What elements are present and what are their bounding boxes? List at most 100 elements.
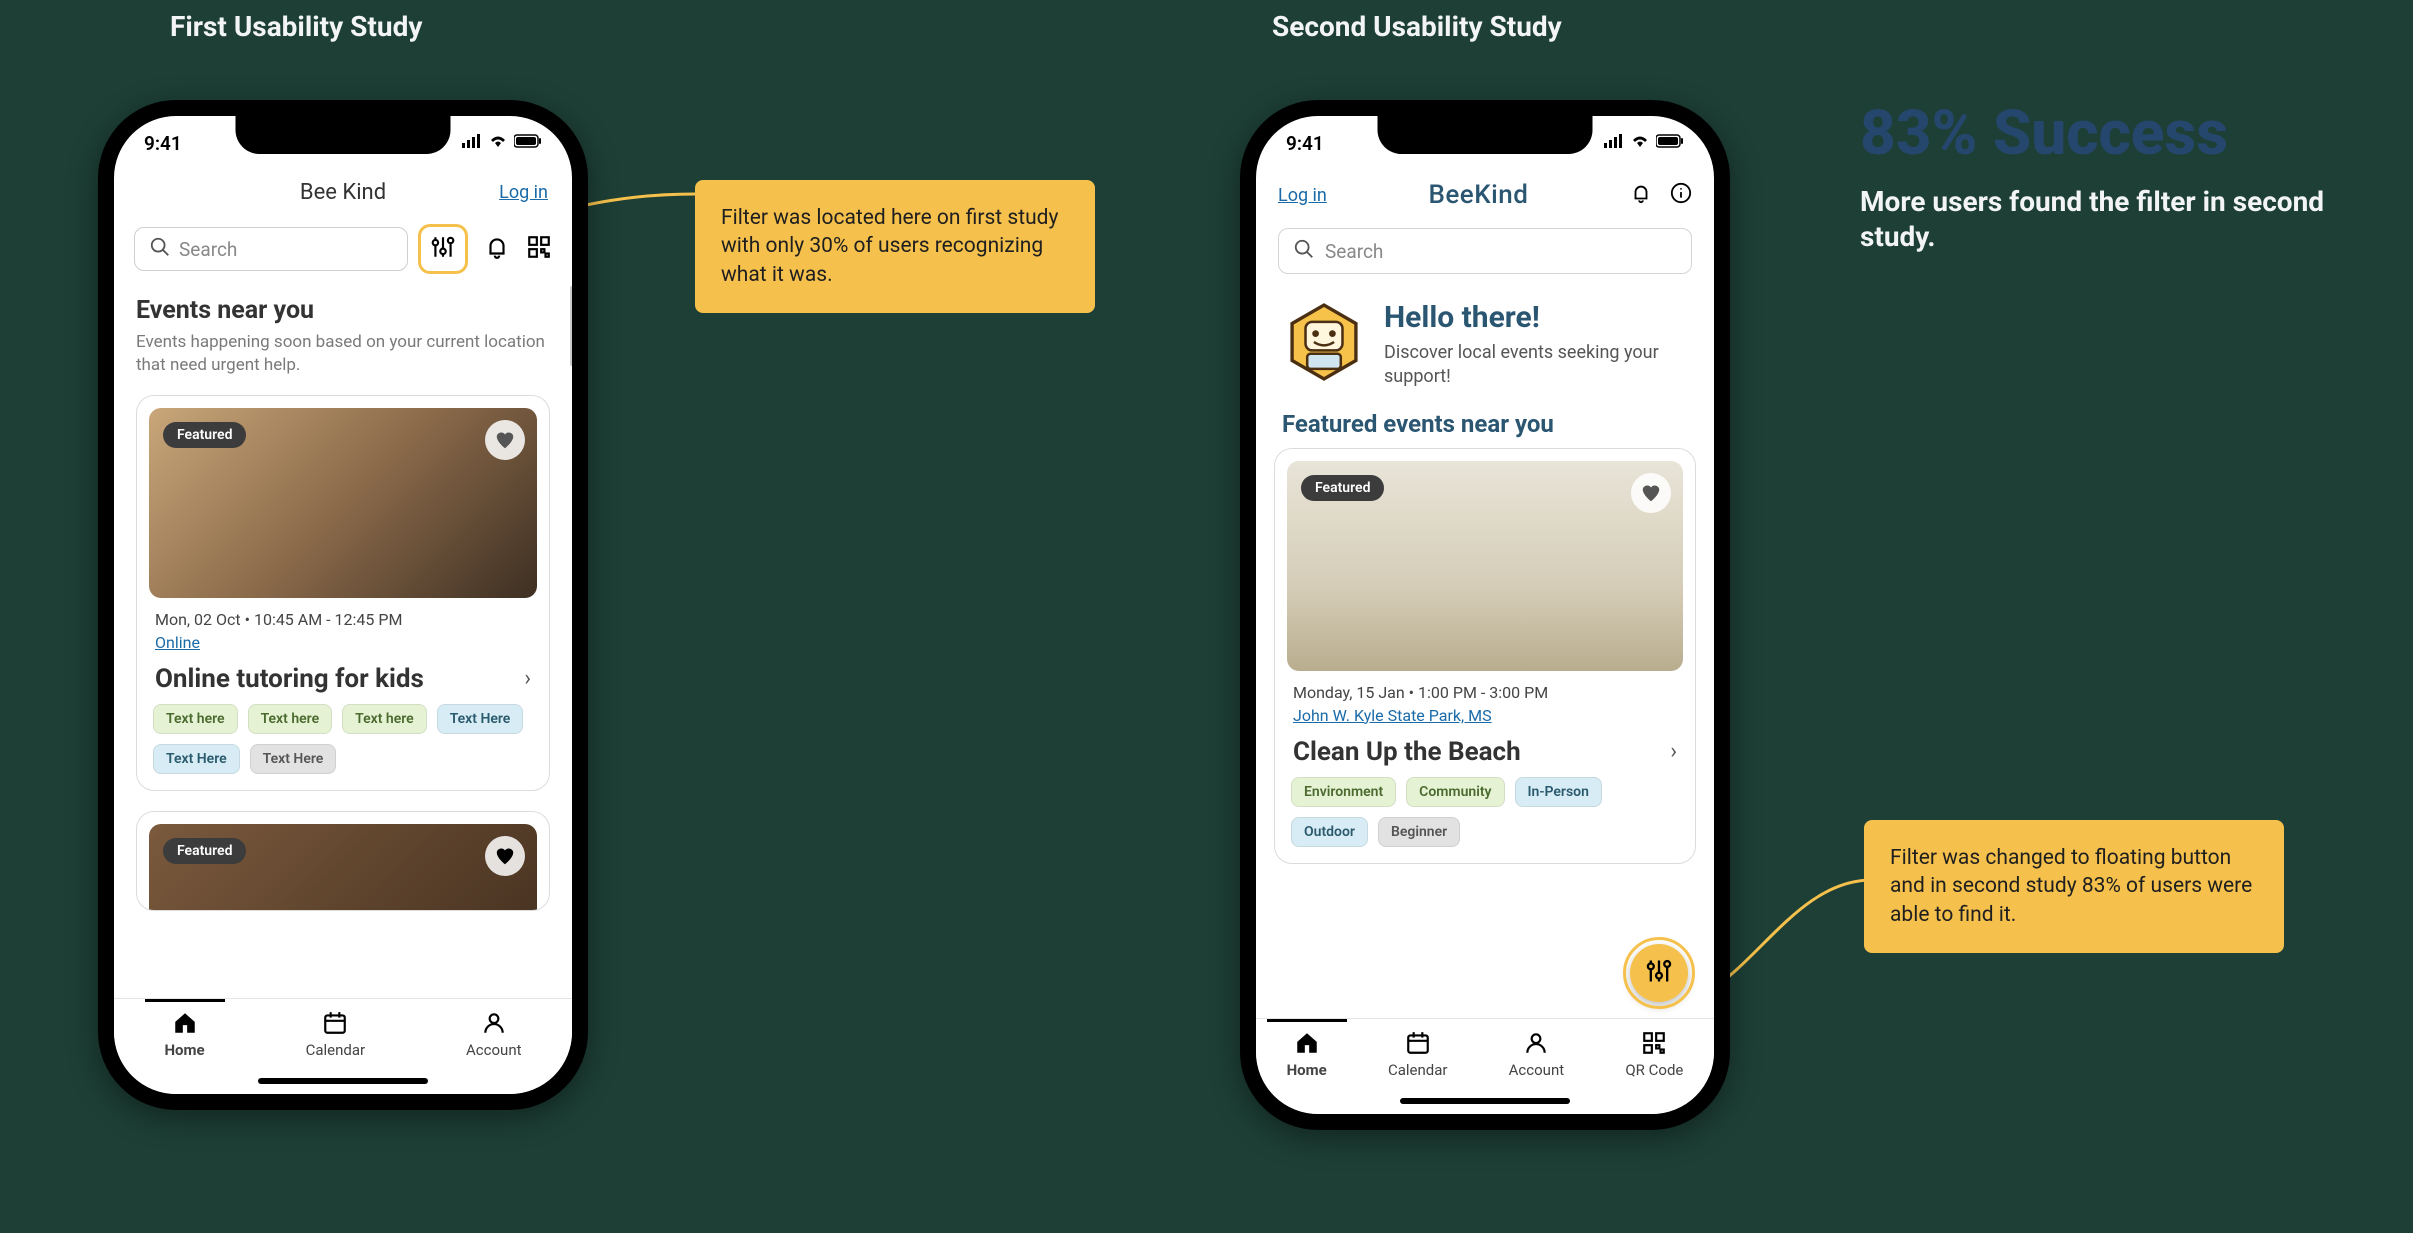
sliders-icon [1645, 957, 1673, 989]
hello-subtitle: Discover local events seeking your suppo… [1384, 341, 1688, 390]
tag[interactable]: Text here [153, 704, 238, 734]
tag[interactable]: Text Here [250, 744, 337, 774]
event-card-partial[interactable]: Featured [136, 811, 550, 911]
home-indicator[interactable] [1400, 1098, 1570, 1104]
event-card[interactable]: Featured Monday, 15 Jan • 1:00 PM - 3:00… [1274, 448, 1696, 864]
login-link[interactable]: Log in [1278, 185, 1327, 206]
tag[interactable]: Community [1406, 777, 1504, 807]
tag[interactable]: Outdoor [1291, 817, 1368, 847]
battery-icon [514, 133, 542, 153]
favorite-button[interactable] [485, 836, 525, 876]
bee-mascot-icon [1282, 300, 1366, 384]
nav-label: Calendar [306, 1041, 366, 1059]
events-subheading: Events happening soon based on your curr… [136, 331, 550, 377]
wifi-icon [488, 133, 508, 153]
floating-filter-button[interactable] [1630, 944, 1688, 1002]
brand-logo: Bee Kind [300, 180, 386, 205]
callout-second-study: Filter was changed to floating button an… [1864, 820, 2284, 953]
brand-text: Bee Kind [300, 180, 386, 205]
phone-notch [1378, 116, 1593, 154]
phone-notch [236, 116, 451, 154]
calendar-icon [321, 1009, 349, 1037]
event-image: Featured [1287, 461, 1683, 671]
filter-button-highlighted[interactable] [418, 224, 468, 274]
search-icon [1293, 238, 1315, 265]
app-header: Bee Kind Log in [114, 170, 572, 214]
bell-icon[interactable] [1630, 182, 1652, 208]
event-tags: Text here Text here Text here Text Here … [149, 704, 537, 778]
signal-icon [462, 133, 482, 153]
wifi-icon [1630, 133, 1650, 153]
account-icon [1522, 1029, 1550, 1057]
signal-icon [1604, 133, 1624, 153]
brand-logo: BeeKind [1428, 180, 1528, 210]
search-input[interactable]: Search [1278, 228, 1692, 274]
nav-home[interactable]: Home [1287, 1029, 1327, 1079]
status-time: 9:41 [144, 132, 182, 155]
events-heading: Events near you [136, 296, 550, 325]
tag[interactable]: Text Here [153, 744, 240, 774]
chevron-right-icon[interactable]: › [1670, 739, 1677, 764]
hello-title: Hello there! [1384, 300, 1688, 335]
bell-icon[interactable] [484, 234, 510, 264]
nav-label: Home [1287, 1061, 1327, 1079]
featured-badge: Featured [1301, 475, 1384, 501]
tag[interactable]: Text here [342, 704, 427, 734]
event-title: Online tutoring for kids [155, 664, 424, 694]
qr-icon [1640, 1029, 1668, 1057]
tag[interactable]: Text Here [437, 704, 524, 734]
calendar-icon [1404, 1029, 1432, 1057]
nav-label: QR Code [1625, 1061, 1683, 1079]
success-headline: 83% Success [1860, 100, 2380, 168]
favorite-button[interactable] [1631, 473, 1671, 513]
phone-first-study: 9:41 Bee Kind Log in Search [98, 100, 588, 1110]
event-location-link[interactable]: Online [149, 631, 206, 660]
event-datetime: Mon, 02 Oct • 10:45 AM - 12:45 PM [149, 598, 537, 631]
home-icon [171, 1009, 199, 1037]
featured-badge: Featured [163, 422, 246, 448]
callout-first-study: Filter was located here on first study w… [695, 180, 1095, 313]
search-placeholder: Search [1325, 240, 1383, 263]
account-icon [480, 1009, 508, 1037]
info-icon[interactable] [1670, 182, 1692, 208]
nav-qr[interactable]: QR Code [1625, 1029, 1683, 1079]
featured-badge: Featured [163, 838, 246, 864]
featured-section-title: Featured events near you [1256, 398, 1714, 448]
nav-label: Account [466, 1041, 522, 1059]
login-link[interactable]: Log in [499, 182, 548, 203]
nav-home[interactable]: Home [164, 1009, 204, 1059]
event-location-link[interactable]: John W. Kyle State Park, MS [1287, 704, 1498, 733]
event-tags: Environment Community In-Person Outdoor … [1287, 777, 1683, 851]
event-card[interactable]: Featured Mon, 02 Oct • 10:45 AM - 12:45 … [136, 395, 550, 791]
search-placeholder: Search [179, 238, 237, 261]
chevron-right-icon[interactable]: › [524, 666, 531, 691]
home-indicator[interactable] [258, 1078, 428, 1084]
screen1-content: Events near you Events happening soon ba… [114, 282, 572, 1010]
event-datetime: Monday, 15 Jan • 1:00 PM - 3:00 PM [1287, 671, 1683, 704]
tag[interactable]: Environment [1291, 777, 1396, 807]
event-image: Featured [149, 408, 537, 598]
nav-account[interactable]: Account [1509, 1029, 1565, 1079]
search-toolbar: Search [114, 214, 572, 282]
tag[interactable]: Text here [248, 704, 333, 734]
nav-calendar[interactable]: Calendar [1388, 1029, 1448, 1079]
section-title-first: First Usability Study [170, 10, 422, 43]
tag[interactable]: Beginner [1378, 817, 1460, 847]
search-input[interactable]: Search [134, 227, 408, 271]
nav-label: Calendar [1388, 1061, 1448, 1079]
battery-icon [1656, 133, 1684, 153]
qr-icon[interactable] [526, 234, 552, 264]
status-icons [462, 133, 542, 153]
event-image: Featured [149, 824, 537, 911]
sliders-icon [430, 234, 456, 264]
favorite-button[interactable] [485, 420, 525, 460]
success-block: 83% Success More users found the filter … [1860, 100, 2380, 254]
app-header: Log in BeeKind [1256, 170, 1714, 218]
search-icon [149, 236, 171, 263]
status-time: 9:41 [1286, 132, 1324, 155]
tag[interactable]: In-Person [1515, 777, 1602, 807]
nav-label: Account [1509, 1061, 1565, 1079]
scrollbar[interactable] [570, 286, 572, 366]
nav-account[interactable]: Account [466, 1009, 522, 1059]
nav-calendar[interactable]: Calendar [306, 1009, 366, 1059]
